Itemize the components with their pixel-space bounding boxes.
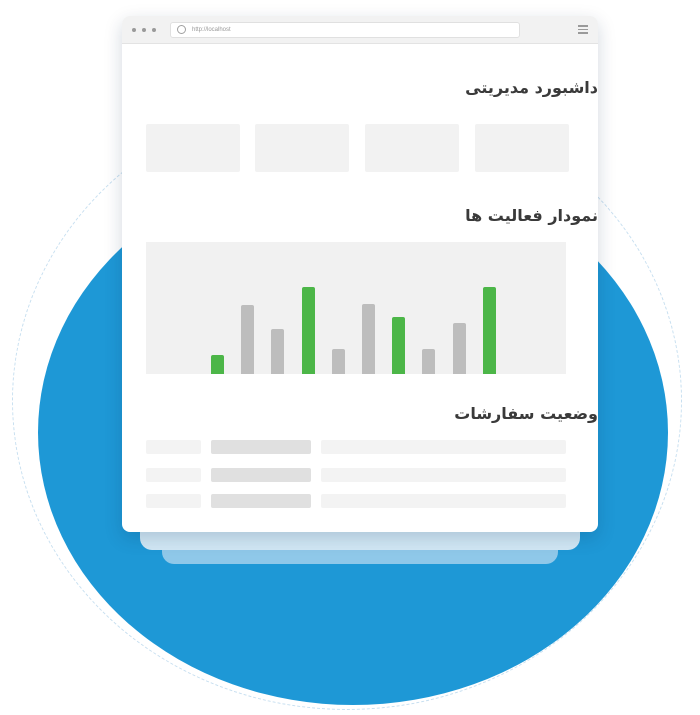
chart-bar (241, 304, 255, 374)
stat-card (365, 124, 459, 172)
url-circle-icon (177, 25, 186, 34)
chart-bar (271, 329, 285, 374)
chart-bar (452, 322, 466, 374)
table-cell-placeholder (146, 468, 201, 482)
chart-bar (301, 286, 315, 374)
activity-chart-title: نمودار فعالیت ها (465, 206, 598, 225)
table-cell-placeholder (146, 494, 201, 508)
chart-bar (362, 303, 375, 374)
chart-bar (331, 349, 345, 374)
table-row (146, 494, 566, 508)
table-cell-placeholder (211, 494, 311, 508)
activity-bar-chart (146, 242, 566, 374)
stat-card (146, 124, 240, 172)
table-cell-placeholder (321, 468, 566, 482)
browser-window: http://localhost داشبورد مدیریتی نمودار … (122, 16, 598, 532)
window-dots-icon (132, 27, 156, 32)
chart-bar (392, 317, 406, 374)
menu-icon[interactable] (578, 25, 588, 34)
stat-card (475, 124, 569, 172)
table-cell-placeholder (146, 440, 201, 454)
table-cell-placeholder (321, 440, 566, 454)
browser-toolbar: http://localhost (122, 16, 598, 44)
table-cell-placeholder (321, 494, 566, 508)
chart-bar (482, 286, 496, 374)
stacked-card-shadow-front (140, 532, 580, 550)
orders-status-title: وضعیت سفارشات (454, 404, 598, 423)
table-row (146, 468, 566, 482)
chart-bar (211, 355, 224, 374)
table-cell-placeholder (211, 440, 311, 454)
stacked-card-shadow-back (162, 548, 558, 564)
url-text: http://localhost (192, 26, 231, 33)
table-row (146, 440, 566, 454)
stat-card (255, 124, 349, 172)
table-cell-placeholder (211, 468, 311, 482)
dashboard-title: داشبورد مدیریتی (465, 78, 598, 97)
chart-bar (422, 349, 436, 374)
address-bar[interactable]: http://localhost (170, 21, 520, 38)
